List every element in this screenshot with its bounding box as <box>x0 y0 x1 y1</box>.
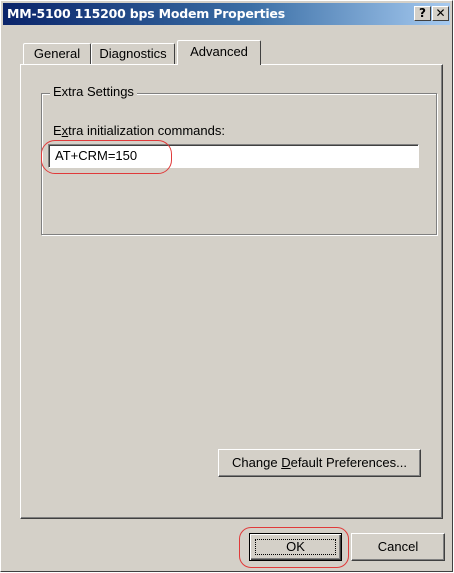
tab-diagnostics-label: Diagnostics <box>99 46 167 61</box>
cancel-button-label: Cancel <box>377 539 419 554</box>
extra-init-commands-label: Extra initialization commands: <box>53 123 225 138</box>
title-bar[interactable]: MM-5100 115200 bps Modem Properties ? ✕ <box>3 3 450 25</box>
focus-indicator <box>255 539 336 555</box>
tab-advanced[interactable]: Advanced <box>177 40 261 67</box>
tab-advanced-label: Advanced <box>190 44 248 59</box>
window-title: MM-5100 115200 bps Modem Properties <box>7 6 285 21</box>
change-defaults-text-end: efault Preferences... <box>290 455 407 470</box>
change-defaults-text-start: Change <box>232 455 282 470</box>
label-text-end: tra initialization commands: <box>68 123 225 138</box>
extra-settings-group-label: Extra Settings <box>50 84 137 99</box>
change-defaults-accelerator: D <box>281 455 291 470</box>
tab-general[interactable]: General <box>23 43 91 65</box>
label-text-start: E <box>53 123 62 138</box>
extra-init-commands-input[interactable]: AT+CRM=150 <box>48 144 419 168</box>
ok-button[interactable]: OK <box>249 533 342 561</box>
tab-diagnostics[interactable]: Diagnostics <box>91 43 175 65</box>
extra-init-commands-value: AT+CRM=150 <box>55 148 138 163</box>
help-button[interactable]: ? <box>414 6 431 21</box>
tab-general-label: General <box>33 46 81 61</box>
cancel-button[interactable]: Cancel <box>351 533 445 561</box>
close-button[interactable]: ✕ <box>432 6 449 21</box>
change-default-preferences-button[interactable]: Change Default Preferences... <box>218 449 421 477</box>
close-icon: ✕ <box>435 6 446 20</box>
